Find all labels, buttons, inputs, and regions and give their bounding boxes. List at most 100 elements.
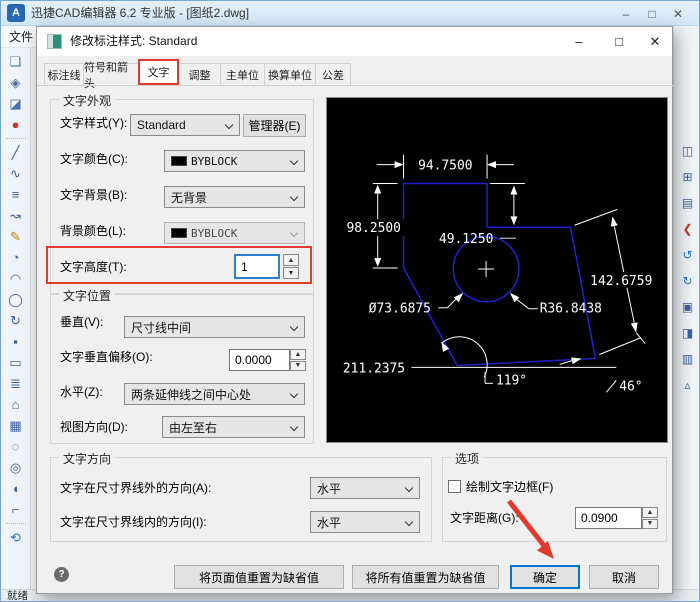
direction-inside-select[interactable]: 水平 (310, 511, 420, 533)
tab-symbols-arrows[interactable]: 符号和箭头 (83, 62, 139, 90)
vertical-select[interactable]: 尺寸线中间 (124, 316, 305, 338)
spinner-up-icon[interactable]: ▲ (642, 507, 658, 518)
tab-text[interactable]: 文字 (138, 59, 179, 85)
view-direction-label: 视图方向(D): (60, 420, 128, 434)
spline-icon[interactable]: ∿ (5, 163, 27, 184)
cancel-button[interactable]: 取消 (589, 565, 659, 589)
text-fill-select[interactable]: 无背景 (164, 186, 305, 208)
dimension-preview-panel: 94.7500 98.2500 49.1250 142.6759 Ø73.687… (326, 97, 668, 443)
rotate-icon[interactable]: ↻ (5, 310, 27, 331)
layout-icon[interactable]: ▥ (677, 346, 699, 372)
dialog-maximize-icon[interactable]: □ (604, 27, 634, 56)
pan-icon[interactable]: ◫ (677, 138, 699, 164)
measure-icon[interactable]: ▣ (677, 294, 699, 320)
callout-icon[interactable]: ◖ (5, 478, 27, 499)
direction-outside-label: 文字在尺寸界线外的方向(A): (60, 481, 212, 495)
open-file-icon[interactable]: ◈ (5, 72, 27, 93)
polygon-icon[interactable]: ⌂ (5, 394, 27, 415)
preview-drawing: 94.7500 98.2500 49.1250 142.6759 Ø73.687… (327, 98, 667, 442)
tab-dimension-lines[interactable]: 标注线 (44, 63, 84, 85)
ellipse-icon[interactable]: ◯ (5, 289, 27, 310)
text-height-input[interactable]: 1 (234, 254, 280, 279)
tab-alternate-units[interactable]: 换算单位 (264, 63, 316, 85)
tab-tolerances[interactable]: 公差 (315, 63, 351, 85)
spinner-up-icon[interactable]: ▲ (283, 254, 299, 266)
region-icon[interactable]: ▦ (5, 415, 27, 436)
undo-icon[interactable]: ↺ (677, 242, 699, 268)
maximize-icon[interactable]: □ (639, 1, 665, 26)
toolbar-separator (5, 523, 26, 524)
donut-icon[interactable]: ◎ (5, 457, 27, 478)
direction-outside-select[interactable]: 水平 (310, 477, 420, 499)
arc-icon[interactable]: ◠ (5, 268, 27, 289)
background-color-select[interactable]: BYBLOCK (164, 222, 305, 244)
close-icon[interactable]: ✕ (665, 1, 691, 26)
dim-top-label: 94.7500 (418, 159, 472, 174)
annotate-icon[interactable]: ◨ (677, 320, 699, 346)
reset-all-button[interactable]: 将所有值重置为缺省值 (352, 565, 499, 589)
text-fill-value: 无背景 (171, 190, 208, 205)
status-text: 就绪 (7, 590, 28, 602)
text-color-select[interactable]: BYBLOCK (164, 150, 305, 172)
draw-text-frame-checkbox[interactable] (448, 480, 461, 493)
rectangle-icon[interactable]: ▭ (5, 352, 27, 373)
dialog-icon (47, 34, 62, 49)
settings-icon[interactable]: ▵ (677, 372, 699, 398)
dim-left-label: 98.2500 (347, 221, 401, 236)
spinner-down-icon[interactable]: ▼ (290, 360, 306, 371)
fillet-icon[interactable]: ⌐ (5, 499, 27, 520)
sync-icon[interactable]: ⟲ (5, 527, 27, 548)
text-style-select[interactable]: Standard (130, 114, 240, 136)
color-swatch-black (171, 228, 187, 238)
style-manager-button[interactable]: 管理器(E) (243, 114, 306, 137)
circle-icon[interactable]: ◔ (5, 247, 27, 268)
tab-primary-units[interactable]: 主单位 (220, 63, 265, 85)
view-direction-select[interactable]: 由左至右 (162, 416, 305, 438)
dialog-titlebar: 修改标注样式: Standard – □ ✕ (37, 27, 672, 56)
hatch-lines-icon[interactable]: ≣ (5, 373, 27, 394)
spinner-down-icon[interactable]: ▼ (283, 267, 299, 279)
text-gap-spinner[interactable]: ▲ ▼ (642, 507, 658, 529)
background-color-value: BYBLOCK (191, 226, 238, 240)
view-direction-value: 由左至右 (169, 420, 218, 435)
sketch-icon[interactable]: ✎ (5, 226, 27, 247)
dim-angle2-label: 46° (619, 379, 642, 394)
polyline-icon[interactable]: ↝ (5, 205, 27, 226)
text-gap-input[interactable]: 0.0900 (575, 507, 642, 529)
render-sphere-icon[interactable]: ● (5, 114, 27, 135)
color-swatch-black (171, 156, 187, 166)
redo-icon[interactable]: ↻ (677, 268, 699, 294)
horizontal-select[interactable]: 两条延伸线之间中心处 (124, 383, 305, 405)
revision-cloud-icon[interactable]: ◌ (5, 436, 27, 457)
dialog-title: 修改标注样式: Standard (70, 34, 198, 48)
spinner-down-icon[interactable]: ▼ (642, 518, 658, 529)
help-button[interactable]: ? (54, 567, 69, 582)
dialog-close-icon[interactable]: ✕ (640, 27, 670, 56)
ok-button[interactable]: 确定 (510, 565, 580, 589)
eraser-icon[interactable]: ◪ (5, 93, 27, 114)
reset-page-button[interactable]: 将页面值重置为缺省值 (174, 565, 344, 589)
multiline-icon[interactable]: ≡ (5, 184, 27, 205)
vertical-offset-spinner[interactable]: ▲ ▼ (290, 349, 306, 371)
text-height-value: 1 (241, 259, 248, 274)
previous-view-icon[interactable]: ❮ (677, 216, 699, 242)
line-icon[interactable]: ╱ (5, 142, 27, 163)
point-icon[interactable]: ▪ (5, 331, 27, 352)
vertical-offset-input[interactable]: 0.0000 (229, 349, 290, 371)
background-color-label: 背景颜色(L): (60, 224, 127, 238)
text-height-spinner[interactable]: ▲ ▼ (283, 254, 299, 279)
layers-icon[interactable]: ▤ (677, 190, 699, 216)
group-text-direction-title: 文字方向 (59, 450, 116, 467)
direction-inside-value: 水平 (317, 515, 342, 530)
zoom-window-icon[interactable]: ⊞ (677, 164, 699, 190)
text-style-value: Standard (137, 118, 186, 132)
vertical-label: 垂直(V): (60, 315, 104, 329)
tab-fit[interactable]: 调整 (178, 63, 221, 85)
group-text-position-title: 文字位置 (59, 287, 116, 304)
minimize-icon[interactable]: – (613, 1, 639, 26)
vertical-value: 尺寸线中间 (131, 320, 192, 335)
menu-file[interactable]: 文件 (9, 26, 33, 48)
spinner-up-icon[interactable]: ▲ (290, 349, 306, 360)
dialog-minimize-icon[interactable]: – (564, 27, 594, 56)
new-file-icon[interactable]: ❏ (5, 51, 27, 72)
